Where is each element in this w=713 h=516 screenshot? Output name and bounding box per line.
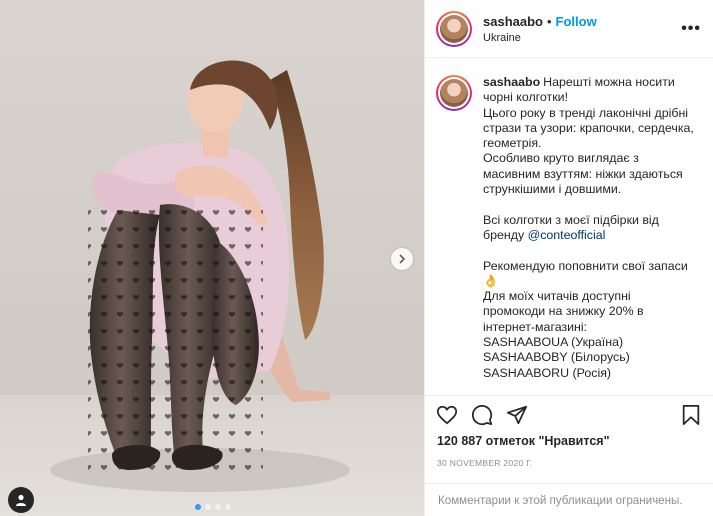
- save-button[interactable]: [679, 403, 703, 427]
- avatar-image: [440, 14, 468, 43]
- caption-line: sashaabo Нарешті можна носити: [483, 75, 694, 90]
- instagram-post: sashaabo • Follow Ukraine ••• sashaabo На…: [0, 0, 713, 516]
- post-header: sashaabo • Follow Ukraine •••: [425, 0, 713, 58]
- comments-limited-notice: Комментарии к этой публикации ограничены…: [425, 483, 713, 516]
- caption-line: Особливо круто виглядає з: [483, 151, 639, 166]
- more-options-button[interactable]: •••: [681, 20, 701, 38]
- follow-button[interactable]: Follow: [556, 14, 597, 29]
- caption-line: стрункішими і довшими.: [483, 182, 622, 197]
- comment-button[interactable]: [470, 403, 494, 427]
- location-link[interactable]: Ukraine: [483, 32, 681, 44]
- ok-hand-emoji: 👌: [483, 273, 499, 288]
- caption-line: масивним взуттям: ніжки здаються: [483, 166, 683, 181]
- caption-avatar[interactable]: [436, 75, 472, 111]
- caption-line: SASHAABOUA (Україна): [483, 335, 624, 350]
- like-button[interactable]: [435, 403, 459, 427]
- avatar-border: [438, 12, 470, 45]
- header-text: sashaabo • Follow Ukraine: [483, 14, 681, 44]
- carousel-dot: [225, 504, 231, 510]
- post-photo[interactable]: [0, 0, 424, 516]
- caption-line: Цього року в тренді лаконічні дрібні: [483, 105, 689, 120]
- tagged-users-button[interactable]: [8, 487, 34, 513]
- caption-section: sashaabo Нарешті можна носити чорні колго…: [425, 58, 713, 396]
- caption-line: чорні колготки!: [483, 90, 569, 105]
- carousel-dot: [195, 504, 201, 510]
- share-button[interactable]: [505, 403, 529, 427]
- caption-line: SASHAABOBY (Білорусь): [483, 350, 630, 365]
- caption-line: Для моїх читачів доступні: [483, 289, 631, 304]
- caption-line: стрази та узори: крапочки, сердечка,: [483, 120, 694, 135]
- avatar[interactable]: [436, 10, 472, 47]
- caption-line: геометрія.: [483, 136, 542, 151]
- separator: •: [546, 13, 552, 29]
- photo-scene: [0, 60, 424, 516]
- caption-line: інтернет-магазині:: [483, 319, 588, 334]
- caption-username[interactable]: sashaabo: [483, 75, 540, 89]
- post-details-panel: sashaabo • Follow Ukraine ••• sashaabo На…: [424, 0, 713, 516]
- action-bar: [425, 396, 713, 434]
- caption-line: Рекомендую поповнити свої запаси: [483, 258, 688, 273]
- user-tag-icon: [16, 494, 26, 506]
- chevron-right-icon: [399, 254, 406, 264]
- caption-line-text: бренду: [483, 227, 525, 242]
- caption-line: бренду @conteofficial: [483, 228, 694, 243]
- header-line: sashaabo • Follow: [483, 14, 681, 29]
- carousel-dot: [205, 504, 211, 510]
- carousel-next-button[interactable]: [391, 248, 413, 270]
- bookmark-icon: [682, 404, 700, 426]
- caption-line-text: Нарешті можна носити: [543, 75, 675, 89]
- post-date[interactable]: 30 NOVEMBER 2020 г.: [425, 452, 713, 478]
- likes-count[interactable]: 120 887 отметок "Нравится": [425, 434, 713, 452]
- mention-link[interactable]: @conteofficial: [528, 228, 606, 242]
- avatar-border: [438, 77, 470, 109]
- caption-line: промокоди на знижку 20% в: [483, 304, 644, 319]
- caption-line: Всі колготки з моєї підбірки від: [483, 212, 659, 227]
- carousel-indicator: [195, 504, 231, 510]
- heart-icon: [436, 405, 458, 425]
- avatar-image: [440, 79, 468, 107]
- carousel-dot: [215, 504, 221, 510]
- comment-icon: [472, 405, 493, 426]
- paper-plane-icon: [506, 405, 528, 425]
- caption-line: SASHAABORU (Росія): [483, 365, 612, 380]
- username-link[interactable]: sashaabo: [483, 14, 543, 29]
- caption-text: sashaabo Нарешті можна носити чорні колго…: [483, 75, 694, 395]
